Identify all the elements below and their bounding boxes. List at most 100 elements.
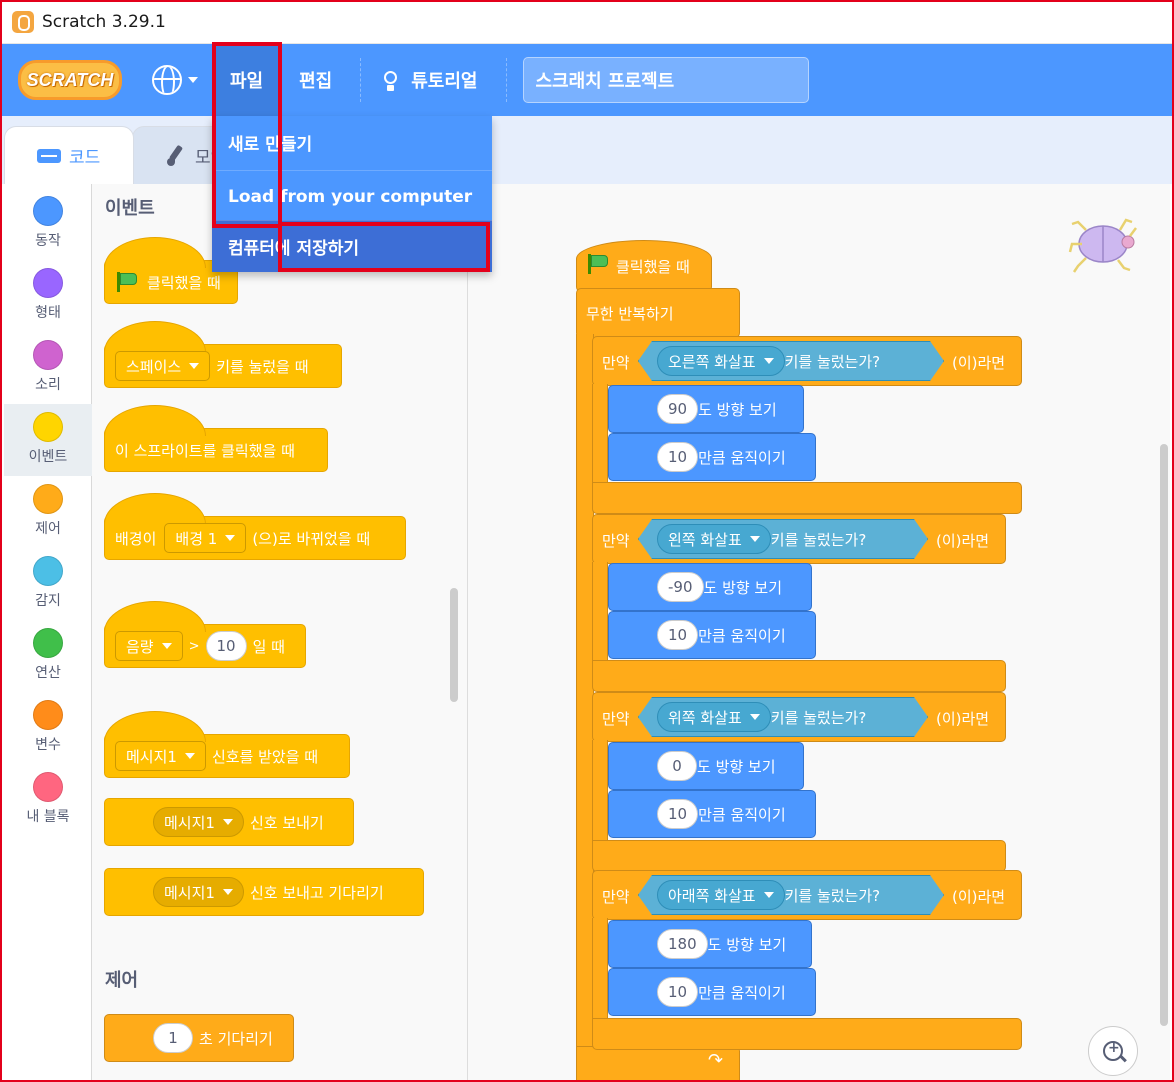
- category-sound[interactable]: 소리: [4, 332, 92, 404]
- script-area[interactable]: 클릭했을 때 무한 반복하기 ↷ 만약 오른쪽 화살표 키를 눌렀는가? (이)…: [468, 184, 1170, 1080]
- forever-label: 무한 반복하기: [586, 305, 674, 323]
- zoom-in-button[interactable]: [1088, 1026, 1138, 1076]
- category-label: 형태: [35, 305, 61, 321]
- if-label: 만약: [602, 532, 630, 550]
- tutorials-label: 튜토리얼: [411, 71, 478, 92]
- message-dropdown[interactable]: 메시지1: [115, 741, 206, 771]
- workspace-scrollbar[interactable]: [1160, 444, 1168, 1026]
- category-dot: [33, 772, 63, 802]
- sensing-label: 키를 눌렀는가?: [784, 886, 881, 905]
- sensing-label: 키를 눌렀는가?: [770, 708, 867, 727]
- broadcast-and-wait-block[interactable]: 메시지1 신호 보내고 기다리기: [104, 868, 424, 916]
- key-dropdown[interactable]: 위쪽 화살표: [657, 702, 771, 732]
- key-pressed-sensing[interactable]: 오른쪽 화살표 키를 눌렀는가?: [638, 341, 944, 381]
- window-title: Scratch 3.29.1: [42, 11, 166, 32]
- category-label: 제어: [35, 521, 61, 537]
- block-label: 만큼 움직이기: [698, 626, 786, 645]
- move-steps-block[interactable]: 10 만큼 움직이기: [608, 790, 816, 838]
- if-foot: [592, 840, 1006, 872]
- when-receive-block[interactable]: 메시지1 신호를 받았을 때: [104, 711, 350, 778]
- beetle-sprite-icon: [1068, 218, 1137, 273]
- direction-input[interactable]: 0: [657, 751, 697, 781]
- category-events[interactable]: 이벤트: [4, 404, 92, 476]
- block-palette: 이벤트 클릭했을 때 스페이스 키를 눌렀을 때 이 스프라이트를 클릭했을 때…: [92, 184, 468, 1080]
- point-in-direction-block[interactable]: 180 도 방향 보기: [608, 920, 812, 968]
- hat-label: 클릭했을 때: [616, 258, 690, 276]
- block-label: 만큼 움직이기: [698, 983, 786, 1002]
- project-title-input[interactable]: 스크래치 프로젝트: [522, 57, 809, 103]
- point-in-direction-block[interactable]: 90 도 방향 보기: [608, 385, 804, 433]
- point-in-direction-block[interactable]: -90 도 방향 보기: [608, 563, 812, 611]
- language-menu[interactable]: [152, 65, 198, 95]
- direction-input[interactable]: 90: [657, 394, 699, 424]
- scratch-logo[interactable]: SCRATCH: [18, 60, 122, 100]
- category-my-blocks[interactable]: 내 블록: [4, 764, 92, 836]
- palette-scrollbar[interactable]: [450, 588, 458, 702]
- key-dropdown[interactable]: 오른쪽 화살표: [657, 346, 785, 376]
- block-label: 이 스프라이트를 클릭했을 때: [115, 441, 295, 460]
- highlight-box-file-menu: [212, 42, 282, 228]
- when-loudness-block[interactable]: 음량 > 10 일 때: [104, 601, 306, 668]
- message-dropdown[interactable]: 메시지1: [153, 807, 244, 837]
- loudness-value-input[interactable]: 10: [205, 631, 247, 661]
- code-icon: [37, 148, 61, 163]
- category-control[interactable]: 제어: [4, 476, 92, 548]
- edit-menu[interactable]: 편집: [281, 44, 350, 116]
- category-menu: 동작 형태 소리 이벤트 제어 감지 연산 변수 내 블록: [4, 184, 92, 1080]
- category-label: 감지: [35, 593, 61, 609]
- when-backdrop-switches-block[interactable]: 배경이 배경 1 (으)로 바뀌었을 때: [104, 493, 406, 560]
- steps-input[interactable]: 10: [657, 977, 699, 1007]
- category-motion[interactable]: 동작: [4, 188, 92, 260]
- category-variables[interactable]: 변수: [4, 692, 92, 764]
- key-pressed-sensing[interactable]: 위쪽 화살표 키를 눌렀는가?: [638, 697, 928, 737]
- then-label: (이)라면: [936, 710, 990, 728]
- block-label: 키를 눌렀을 때: [216, 357, 309, 376]
- category-label: 이벤트: [28, 449, 68, 465]
- tab-code-label: 코드: [69, 148, 101, 168]
- point-in-direction-block[interactable]: 0 도 방향 보기: [608, 742, 804, 790]
- category-operators[interactable]: 연산: [4, 620, 92, 692]
- key-pressed-sensing[interactable]: 왼쪽 화살표 키를 눌렀는가?: [638, 519, 928, 559]
- tutorials-menu[interactable]: 튜토리얼: [371, 44, 495, 116]
- direction-input[interactable]: -90: [657, 572, 704, 602]
- tab-code[interactable]: 코드: [4, 126, 134, 184]
- block-label: (으)로 바뀌었을 때: [252, 529, 371, 548]
- steps-input[interactable]: 10: [657, 799, 699, 829]
- when-key-pressed-block[interactable]: 스페이스 키를 눌렀을 때: [104, 321, 342, 388]
- block-label: 도 방향 보기: [703, 578, 783, 597]
- then-label: (이)라면: [936, 532, 990, 550]
- move-steps-block[interactable]: 10 만큼 움직이기: [608, 611, 816, 659]
- move-steps-block[interactable]: 10 만큼 움직이기: [608, 433, 816, 481]
- if-label: 만약: [602, 710, 630, 728]
- highlight-box-save-item: [278, 222, 490, 272]
- block-label: 도 방향 보기: [698, 400, 777, 419]
- steps-input[interactable]: 10: [657, 442, 699, 472]
- menu-divider: [505, 58, 507, 102]
- category-label: 내 블록: [26, 809, 70, 825]
- wait-seconds-input[interactable]: 1: [153, 1023, 193, 1053]
- block-label: 만큼 움직이기: [698, 448, 786, 467]
- message-dropdown[interactable]: 메시지1: [153, 877, 244, 907]
- category-label: 변수: [35, 737, 61, 753]
- control-header: 제어: [105, 970, 139, 991]
- direction-input[interactable]: 180: [657, 929, 708, 959]
- block-label: 신호 보내기: [249, 813, 324, 832]
- category-looks[interactable]: 형태: [4, 260, 92, 332]
- key-pressed-sensing[interactable]: 아래쪽 화살표 키를 눌렀는가?: [638, 875, 944, 915]
- category-dot: [33, 268, 63, 298]
- broadcast-block[interactable]: 메시지1 신호 보내기: [104, 798, 354, 846]
- loudness-dropdown[interactable]: 음량: [115, 631, 183, 661]
- key-dropdown[interactable]: 아래쪽 화살표: [657, 880, 785, 910]
- category-dot: [33, 412, 63, 442]
- move-steps-block[interactable]: 10 만큼 움직이기: [608, 968, 816, 1016]
- caret-down-icon: [188, 77, 198, 83]
- when-sprite-clicked-block[interactable]: 이 스프라이트를 클릭했을 때: [104, 405, 328, 472]
- steps-input[interactable]: 10: [657, 620, 699, 650]
- category-sensing[interactable]: 감지: [4, 548, 92, 620]
- key-dropdown[interactable]: 왼쪽 화살표: [657, 524, 771, 554]
- backdrop-dropdown[interactable]: 배경 1: [164, 523, 247, 553]
- wait-block[interactable]: 1 초 기다리기: [104, 1014, 294, 1062]
- block-label: 배경이: [115, 529, 157, 548]
- key-dropdown[interactable]: 스페이스: [115, 351, 211, 381]
- menu-divider: [360, 58, 362, 102]
